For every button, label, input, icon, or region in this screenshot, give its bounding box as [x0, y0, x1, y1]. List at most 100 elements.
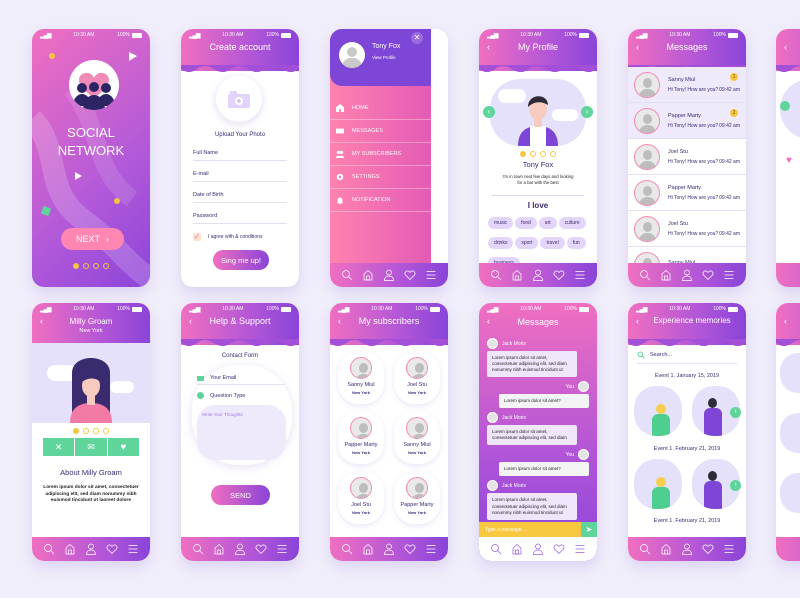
nav-home[interactable]	[62, 541, 78, 557]
nav-profile[interactable]	[679, 267, 695, 283]
page-dot[interactable]	[550, 151, 556, 157]
menu-item-subscribers[interactable]: MY SUBSCRIBERS	[330, 143, 431, 166]
conversation-item[interactable]: Joel Stu Hi Tony! How are you? 09:42 am	[628, 139, 746, 175]
nav-home[interactable]	[360, 267, 376, 283]
conversation-item[interactable]: Papper Marty Hi Tony! How are you? 09:42 a…	[628, 103, 746, 139]
page-dot[interactable]	[83, 263, 89, 269]
nav-menu[interactable]	[423, 267, 439, 283]
interest-tag[interactable]: fun	[566, 237, 586, 249]
send-message-button[interactable]: ➤	[581, 522, 597, 537]
memory-photo[interactable]	[634, 459, 682, 509]
nav-search[interactable]	[488, 267, 504, 283]
subscriber-card[interactable]: Joel Stu New York	[338, 472, 384, 524]
nav-profile[interactable]	[530, 541, 546, 557]
interest-tag[interactable]: drinks	[488, 237, 514, 249]
nav-profile[interactable]	[83, 541, 99, 557]
nav-menu[interactable]	[423, 541, 439, 557]
send-button[interactable]: SEND	[211, 485, 270, 505]
menu-avatar[interactable]	[339, 42, 365, 68]
nav-home[interactable]	[211, 541, 227, 557]
nav-favorites[interactable]	[551, 541, 567, 557]
question-type-select[interactable]: Question Type	[197, 392, 284, 399]
subscriber-card[interactable]: Sanny Miul New York	[394, 412, 440, 464]
interest-tag[interactable]: culture	[558, 217, 586, 229]
carousel-next-button[interactable]: ›	[581, 106, 593, 118]
password-field[interactable]: Password	[193, 209, 287, 224]
dismiss-button[interactable]: ✕	[43, 438, 75, 456]
interest-tag[interactable]: art	[538, 217, 557, 229]
message-button[interactable]: ✉	[75, 438, 107, 456]
interest-tag[interactable]: music	[488, 217, 514, 229]
interest-tag[interactable]: travel	[540, 237, 565, 249]
nav-favorites[interactable]	[700, 267, 716, 283]
nav-favorites[interactable]	[104, 541, 120, 557]
nav-search[interactable]	[488, 541, 504, 557]
page-dot[interactable]	[73, 263, 79, 269]
subscriber-card[interactable]: Sanny Miul New York	[338, 352, 384, 404]
back-button[interactable]: ‹	[784, 42, 787, 52]
page-dot[interactable]	[93, 263, 99, 269]
close-menu-button[interactable]: ✕	[411, 32, 423, 44]
nav-menu[interactable]	[572, 541, 588, 557]
nav-search[interactable]	[41, 541, 57, 557]
agree-checkbox[interactable]: ✓	[193, 233, 201, 241]
page-dot[interactable]	[540, 151, 546, 157]
heart-icon[interactable]: ♥	[786, 155, 792, 166]
back-button[interactable]: ‹	[784, 316, 787, 326]
interest-tag[interactable]: sport	[515, 237, 539, 249]
nav-profile[interactable]	[381, 541, 397, 557]
nav-home[interactable]	[509, 541, 525, 557]
message-input[interactable]: Type a message ... ➤	[479, 522, 597, 537]
next-photo-button[interactable]: ›	[730, 407, 741, 418]
nav-profile[interactable]	[530, 267, 546, 283]
search-input[interactable]: Search...	[637, 351, 737, 364]
menu-item-messages[interactable]: MESSAGES	[330, 120, 431, 143]
nav-home[interactable]	[360, 541, 376, 557]
subscriber-card[interactable]: Papper Marty New York	[394, 472, 440, 524]
conversation-item[interactable]: Papper Marty Hi Tony! How are you? 09:42 a…	[628, 175, 746, 211]
nav-search[interactable]	[637, 267, 653, 283]
email-input[interactable]: Your Email	[197, 375, 284, 385]
subscriber-card[interactable]: Papper Marty New York	[338, 412, 384, 464]
menu-item-notification[interactable]: NOTIFICATION	[330, 189, 431, 212]
like-button[interactable]: ♥	[107, 438, 139, 456]
page-dot[interactable]	[93, 428, 99, 434]
nav-menu[interactable]	[125, 541, 141, 557]
nav-home[interactable]	[658, 267, 674, 283]
nav-favorites[interactable]	[551, 267, 567, 283]
nav-favorites[interactable]	[700, 541, 716, 557]
memory-photo[interactable]	[634, 386, 682, 436]
page-dot[interactable]	[83, 428, 89, 434]
subscriber-card[interactable]: Joel Stu New York	[394, 352, 440, 404]
nav-search[interactable]	[339, 541, 355, 557]
nav-home[interactable]	[658, 541, 674, 557]
conversation-item[interactable]: Joel Stu Hi Tony! How are you? 09:42 am	[628, 211, 746, 247]
nav-profile[interactable]	[381, 267, 397, 283]
page-dot[interactable]	[520, 151, 526, 157]
carousel-prev-button[interactable]: ‹	[483, 106, 495, 118]
email-field[interactable]: E-mail	[193, 167, 287, 182]
next-photo-button[interactable]: ›	[730, 480, 741, 491]
page-dot[interactable]	[530, 151, 536, 157]
conversation-item[interactable]: Sanny Miul Hi Tony! How are you? 09:42 am 1	[628, 67, 746, 103]
page-dot[interactable]	[73, 428, 79, 434]
nav-menu[interactable]	[572, 267, 588, 283]
carousel-prev-button[interactable]	[780, 101, 790, 111]
nav-menu[interactable]	[721, 541, 737, 557]
interest-tag[interactable]: food	[515, 217, 537, 229]
nav-menu[interactable]	[274, 541, 290, 557]
page-dot[interactable]	[103, 428, 109, 434]
menu-item-settings[interactable]: SETTINGS	[330, 166, 431, 189]
nav-home[interactable]	[509, 267, 525, 283]
nav-search[interactable]	[339, 267, 355, 283]
nav-search[interactable]	[190, 541, 206, 557]
nav-favorites[interactable]	[402, 267, 418, 283]
next-button[interactable]: NEXT ›	[61, 228, 124, 250]
page-dot[interactable]	[103, 263, 109, 269]
view-profile-link[interactable]: View Profile	[372, 55, 396, 60]
menu-item-home[interactable]: HOME	[330, 97, 431, 120]
nav-search[interactable]	[637, 541, 653, 557]
nav-profile[interactable]	[679, 541, 695, 557]
full-name-field[interactable]: Full Name	[193, 146, 287, 161]
nav-profile[interactable]	[232, 541, 248, 557]
